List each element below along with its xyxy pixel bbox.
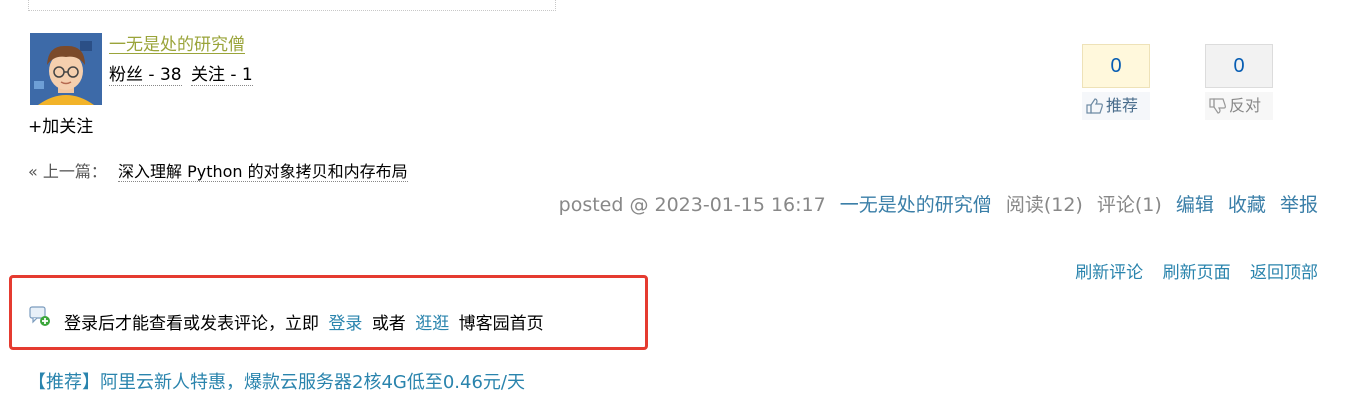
edit-link[interactable]: 编辑: [1176, 194, 1214, 216]
prev-post-link[interactable]: 深入理解 Python 的对象拷贝和内存布局: [117, 162, 408, 182]
bury-label: 反对: [1229, 96, 1262, 115]
login-link[interactable]: 登录: [328, 314, 362, 334]
login-notice-text: 登录后才能查看或发表评论，立即: [64, 314, 319, 334]
fans-link[interactable]: 粉丝 - 38: [109, 65, 182, 86]
prev-post-prefix: « 上一篇：: [28, 162, 107, 181]
avatar[interactable]: [30, 33, 102, 105]
posted-date: posted @ 2023-01-15 16:17: [558, 194, 826, 216]
comment-count: 评论(1): [1096, 194, 1162, 216]
author-stats: 粉丝 - 38 关注 - 1: [109, 60, 253, 86]
login-notice-home: 博客园首页: [458, 314, 544, 334]
thumbs-down-icon: [1209, 98, 1226, 114]
digg-label: 推荐: [1106, 96, 1139, 115]
comment-add-icon: [29, 305, 51, 327]
refresh-page-link[interactable]: 刷新页面: [1163, 263, 1231, 283]
previous-section-border: [28, 0, 556, 11]
bury-button[interactable]: 反对: [1205, 92, 1273, 120]
follow-button[interactable]: +加关注: [28, 112, 93, 137]
browse-link[interactable]: 逛逛: [415, 314, 449, 334]
comment-actions: 刷新评论 刷新页面 返回顶部: [1061, 258, 1318, 283]
report-link[interactable]: 举报: [1280, 194, 1318, 216]
following-link[interactable]: 关注 - 1: [190, 65, 253, 86]
back-to-top-link[interactable]: 返回顶部: [1250, 263, 1318, 283]
login-notice: 登录后才能查看或发表评论，立即 登录 或者 逛逛 博客园首页: [64, 309, 544, 334]
recommend-ad-link[interactable]: 【推荐】阿里云新人特惠，爆款云服务器2核4G低至0.46元/天: [28, 368, 525, 394]
read-count: 阅读(12): [1005, 194, 1083, 216]
digg-count[interactable]: 0: [1082, 44, 1150, 88]
thumbs-up-icon: [1086, 98, 1103, 114]
refresh-comments-link[interactable]: 刷新评论: [1075, 263, 1143, 283]
bury-count[interactable]: 0: [1205, 44, 1273, 88]
post-meta: posted @ 2023-01-15 16:17 一无是处的研究僧 阅读(12…: [559, 190, 1318, 217]
digg-button[interactable]: 推荐: [1082, 92, 1150, 120]
prev-post-nav: « 上一篇： 深入理解 Python 的对象拷贝和内存布局: [28, 158, 408, 182]
post-author-link[interactable]: 一无是处的研究僧: [840, 194, 992, 216]
author-name-link[interactable]: 一无是处的研究僧: [109, 30, 245, 55]
login-notice-or: 或者: [371, 314, 406, 334]
favorite-link[interactable]: 收藏: [1228, 194, 1266, 216]
